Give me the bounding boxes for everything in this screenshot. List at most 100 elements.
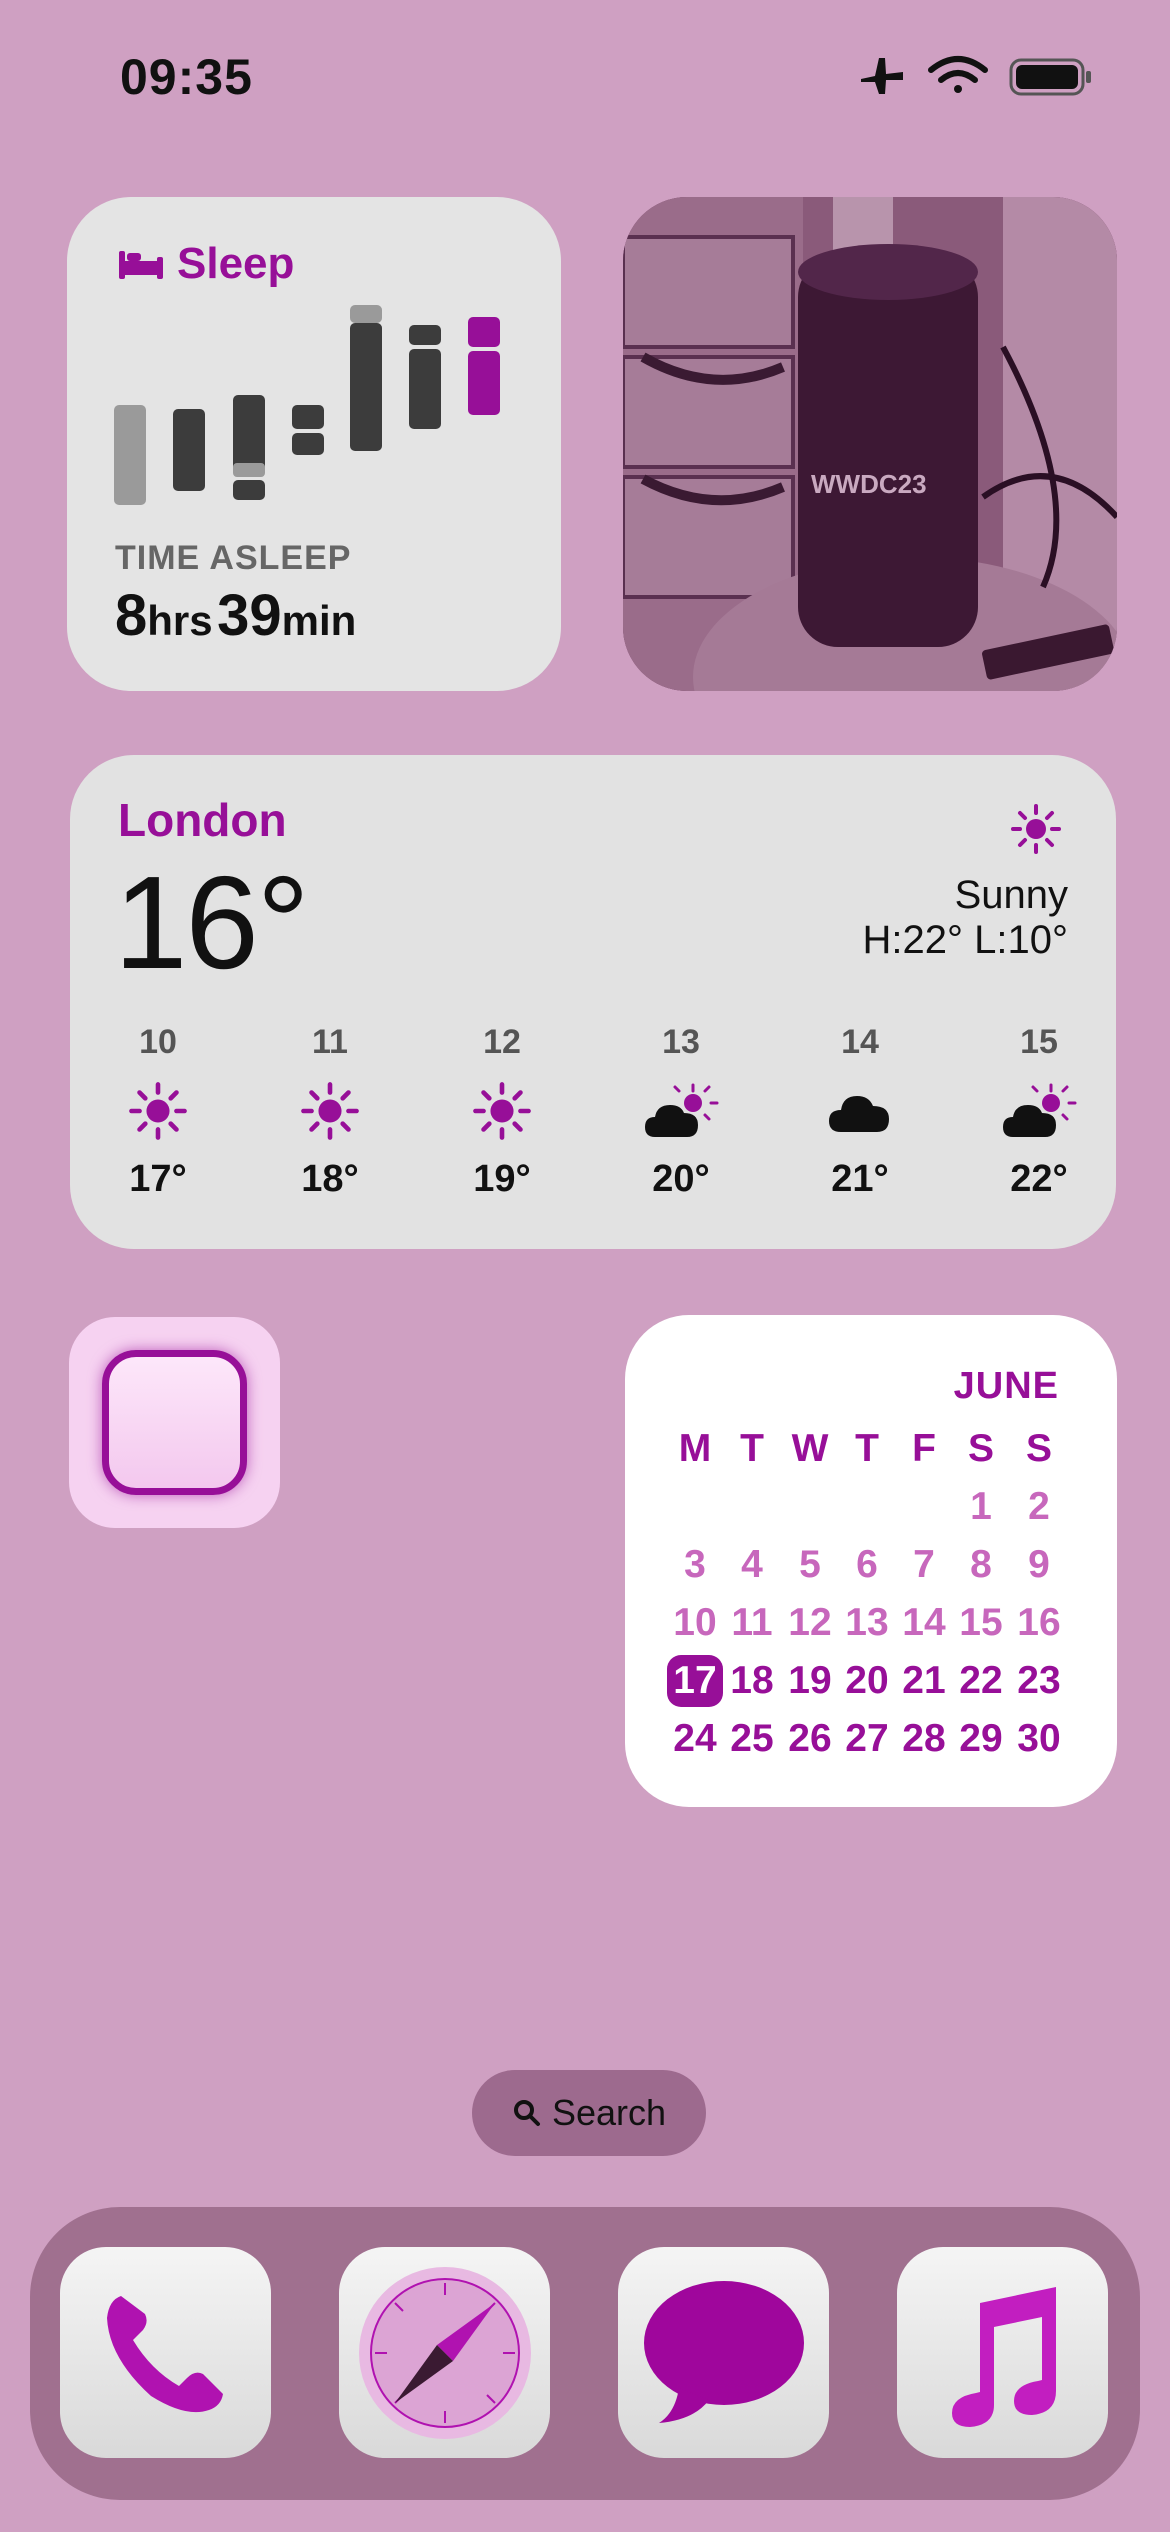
messages-app-button[interactable]: [618, 2247, 829, 2458]
sun-icon: [442, 1076, 562, 1146]
calendar-day: 20: [845, 1659, 889, 1702]
wifi-icon: [928, 56, 988, 93]
weather-high-low: H:22° L:10°: [862, 918, 1068, 962]
forecast-item: 13 20°: [621, 1023, 741, 1201]
calendar-day: 23: [1017, 1659, 1061, 1702]
forecast-temp: 18°: [301, 1158, 359, 1200]
calendar-day: 2: [1028, 1485, 1050, 1528]
calendar-day: 5: [799, 1543, 821, 1586]
calendar-day: 18: [730, 1659, 774, 1702]
photo-widget[interactable]: WWDC23: [623, 197, 1117, 691]
calendar-weekday: T: [855, 1427, 879, 1470]
focus-widget[interactable]: [69, 1317, 280, 1528]
search-icon: [513, 2100, 540, 2126]
forecast-hour: 14: [841, 1023, 879, 1061]
calendar-day: 8: [970, 1543, 992, 1586]
status-time: 09:35: [120, 49, 253, 105]
calendar-day: 4: [741, 1543, 763, 1586]
calendar-day: 9: [1028, 1543, 1050, 1586]
forecast-temp: 17°: [129, 1158, 187, 1200]
forecast-item: 15 22°: [979, 1023, 1099, 1201]
music-icon: [951, 2286, 1056, 2427]
bed-icon: [119, 251, 163, 279]
sun-icon: [1010, 803, 1062, 860]
forecast-hour: 11: [312, 1023, 348, 1061]
calendar-day: 26: [788, 1717, 832, 1760]
weather-condition: Sunny: [954, 873, 1068, 917]
photo-bottle-text: WWDC23: [811, 469, 927, 499]
forecast-hour: 13: [662, 1023, 700, 1061]
calendar-weekday: F: [912, 1427, 936, 1470]
messages-icon: [643, 2280, 804, 2423]
calendar-widget[interactable]: JUNE M T W T F S S 1 2 3 4 5 6 7 8 9 10 11 12 13 14 15 16 17 18 1…: [625, 1315, 1117, 1807]
forecast-hour: 12: [483, 1023, 521, 1061]
calendar-weekday: W: [791, 1427, 829, 1470]
calendar-day: 27: [845, 1717, 889, 1760]
calendar-day: 25: [730, 1717, 774, 1760]
sleep-title: Sleep: [117, 239, 294, 289]
calendar-day: 28: [902, 1717, 946, 1760]
calendar-day: 29: [959, 1717, 1003, 1760]
forecast-temp: 20°: [652, 1158, 710, 1200]
safari-app-button[interactable]: [339, 2247, 550, 2458]
cloud-sun-icon: [979, 1076, 1099, 1146]
status-icons: [855, 52, 1095, 102]
calendar-day: 21: [902, 1659, 946, 1702]
sleep-stage-chart: [114, 305, 500, 505]
sleep-duration: 8hrs 39min: [115, 582, 356, 649]
calendar-weekday: M: [678, 1427, 712, 1470]
sleep-hours-value: 8: [115, 583, 148, 648]
safari-compass-icon: [358, 2266, 531, 2439]
sleep-caption: TIME ASLEEP: [115, 539, 352, 577]
cloud-icon: [800, 1076, 920, 1146]
sleep-widget[interactable]: Sleep TIME ASLEEP 8hrs 39min: [67, 197, 561, 691]
calendar-day: 11: [731, 1601, 773, 1644]
weather-current-temp: 16°: [114, 849, 310, 996]
cloud-sun-icon: [621, 1076, 741, 1146]
calendar-day: 15: [959, 1601, 1003, 1644]
search-button[interactable]: Search: [472, 2070, 706, 2156]
forecast-temp: 21°: [831, 1158, 889, 1200]
calendar-day: 22: [959, 1659, 1003, 1702]
forecast-hour: 15: [1020, 1023, 1058, 1061]
calendar-day: 19: [788, 1659, 832, 1702]
calendar-month: JUNE: [953, 1365, 1059, 1407]
music-app-button[interactable]: [897, 2247, 1108, 2458]
forecast-item: 14 21°: [800, 1023, 920, 1201]
search-label: Search: [551, 2092, 667, 2133]
sleep-minutes-unit: min: [281, 597, 357, 644]
forecast-item: 11 18°: [270, 1023, 390, 1201]
rounded-square-icon: [102, 1350, 247, 1495]
battery-icon: [1009, 58, 1091, 96]
forecast-hour: 10: [139, 1023, 177, 1061]
photo-icon: [623, 197, 1117, 691]
weather-widget[interactable]: London 16° Sunny H:22° L:10° 10 17° 11 18° 1…: [70, 755, 1116, 1249]
calendar-day: 6: [856, 1543, 878, 1586]
sleep-hours-unit: hrs: [147, 597, 213, 644]
calendar-day: 24: [673, 1717, 717, 1760]
sleep-minutes-value: 39: [217, 583, 282, 648]
calendar-day: 13: [845, 1601, 889, 1644]
phone-icon: [106, 2295, 223, 2412]
calendar-day: 16: [1017, 1601, 1061, 1644]
calendar-day: 1: [970, 1485, 992, 1528]
calendar-day: 7: [913, 1543, 935, 1586]
weather-city: London: [118, 794, 287, 846]
sun-icon: [98, 1076, 218, 1146]
calendar-day: 10: [673, 1601, 717, 1644]
sun-icon: [270, 1076, 390, 1146]
calendar-weekday: S: [967, 1427, 994, 1470]
calendar-day: 12: [788, 1601, 832, 1644]
forecast-temp: 22°: [1010, 1158, 1068, 1200]
phone-app-button[interactable]: [60, 2247, 271, 2458]
sleep-title-label: Sleep: [177, 239, 295, 288]
calendar-weekday: T: [740, 1427, 764, 1470]
dock: [30, 2207, 1140, 2500]
calendar-day: 14: [902, 1601, 946, 1644]
calendar-today: 17: [667, 1655, 723, 1707]
forecast-temp: 19°: [473, 1158, 531, 1200]
calendar-weekday: S: [1025, 1427, 1052, 1470]
airplane-icon: [861, 58, 903, 94]
forecast-item: 10 17°: [98, 1023, 218, 1201]
calendar-day: 3: [684, 1543, 706, 1586]
